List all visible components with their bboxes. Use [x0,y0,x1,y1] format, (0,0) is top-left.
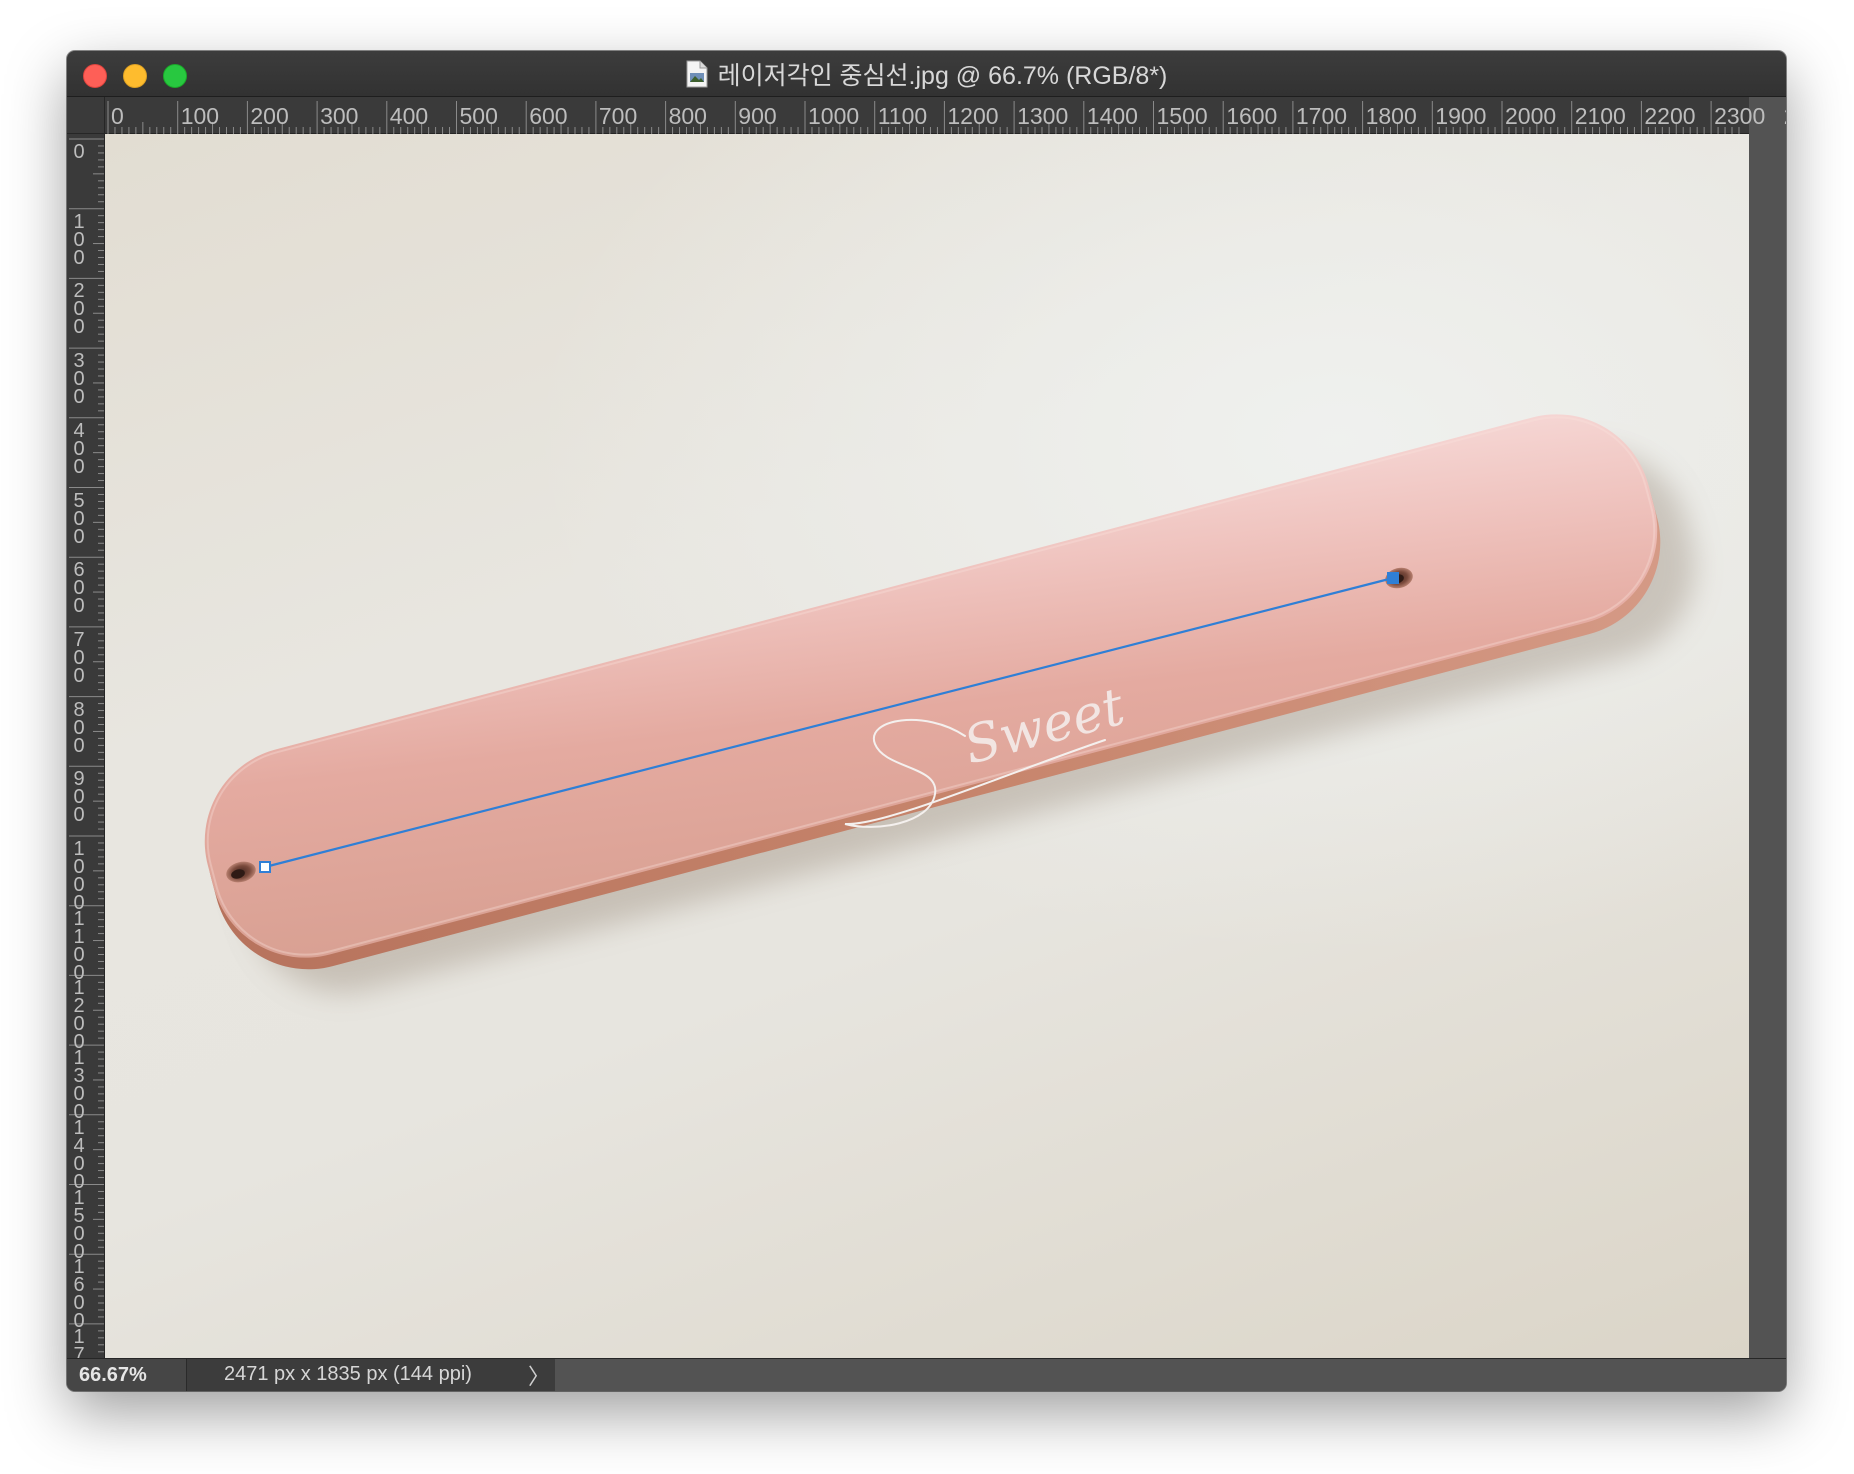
status-menu-arrow-icon[interactable]: 〉 [528,1359,550,1391]
ruler-v-label: 1500 [73,1186,85,1263]
photo-artwork: Sweet [204,414,1695,993]
ruler-v-label: 700 [73,628,85,687]
ruler-v-label: 500 [73,489,85,548]
document-info: 2471 px x 1835 px (144 ppi) [224,1363,472,1385]
vertical-ruler[interactable]: 0 100 200 300 400 500 600 700 800 900 1000 1100 1200… [67,134,105,1358]
ruler-h-label: 1200 [947,103,999,129]
ruler-h-label: 800 [668,103,707,129]
ruler-v-label: 100 [73,210,85,269]
ruler-h-label: 1300 [1017,103,1069,129]
ruler-v-label: 0 [73,141,85,163]
ruler-h-label: 300 [320,103,359,129]
ruler-h-label: 1900 [1435,103,1487,129]
ruler-h-label: 1100 [877,103,928,129]
ruler-h-label: 900 [738,103,777,129]
ruler-v-label: 800 [73,698,85,757]
status-bar: 66.67% 2471 px x 1835 px (144 ppi) 〉 [67,1358,1786,1391]
window-title: 레이저각인 중심선.jpg @ 66.7% (RGB/8*) [717,61,1168,90]
path-anchor-end[interactable] [1387,572,1399,584]
ruler-h-label: 600 [529,103,568,129]
ruler-h-label: 2000 [1505,103,1557,129]
zoom-level-field[interactable]: 66.67% [67,1359,187,1391]
ruler-v-label: 600 [73,559,85,618]
photoshop-document-window: 레이저각인 중심선.jpg @ 66.7% (RGB/8*) 0 100 200 30… [67,51,1786,1391]
vertical-scroll-area[interactable] [1749,134,1786,1358]
image-canvas[interactable]: Sweet [105,134,1749,1358]
ruler-v-label: 400 [73,419,85,478]
path-anchor-start[interactable] [259,861,271,873]
ruler-h-label: 1800 [1365,103,1417,129]
ruler-h-label: 240 [1784,103,1786,130]
ruler-v-label: 300 [73,350,85,409]
ruler-h-label: 1400 [1086,103,1138,129]
ruler-h-label: 0 [111,103,124,129]
ruler-v-label: 1200 [73,977,85,1054]
ruler-origin[interactable] [67,97,105,134]
ruler-h-label: 1000 [808,103,860,129]
status-scroll-track[interactable] [555,1359,1786,1391]
ruler-h-label: 1500 [1156,103,1208,129]
ruler-v-label: 900 [73,768,85,827]
ruler-h-label: 700 [598,103,638,129]
ruler-h-label: 2300 [1714,103,1766,129]
ruler-v-label: 1300 [73,1047,85,1124]
ruler-v-label: 1700 [73,1325,85,1358]
title-bar[interactable]: 레이저각인 중심선.jpg @ 66.7% (RGB/8*) [67,51,1786,97]
ruler-h-label: 1600 [1226,103,1278,129]
ruler-h-label: 400 [389,103,429,129]
ruler-h-label: 1700 [1295,103,1348,129]
ruler-v-label: 1100 [73,907,85,984]
ruler-v-label: 1400 [73,1116,85,1193]
ruler-h-label: 2100 [1574,103,1626,129]
ruler-v-label: 200 [73,280,85,339]
ruler-v-label: 1600 [73,1256,85,1333]
ruler-h-label: 100 [180,103,220,129]
horizontal-ruler[interactable]: 0 100 200 300 400 500 600 700 800 900 1000 1100 1200… [105,97,1786,134]
ruler-v-label: 1000 [73,838,85,914]
document-icon [686,60,708,87]
ruler-h-label: 2200 [1644,103,1696,129]
ruler-h-label: 500 [459,103,498,129]
ruler-h-label: 200 [250,103,289,129]
